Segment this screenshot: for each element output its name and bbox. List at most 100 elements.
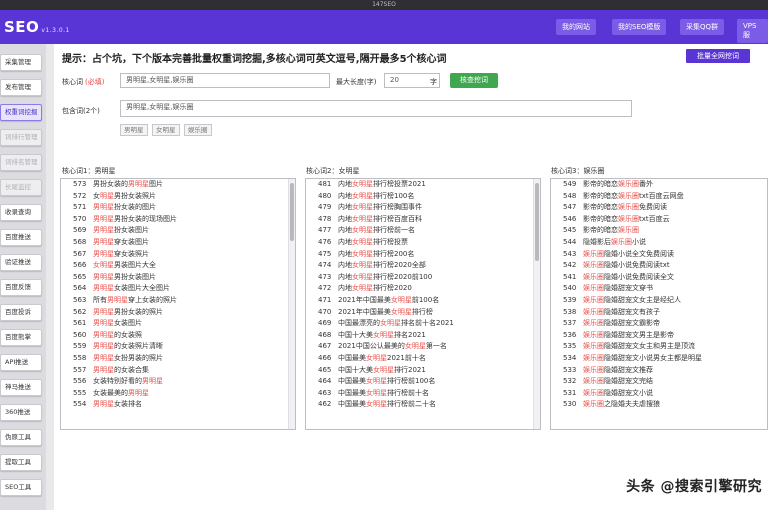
include-tag[interactable]: 女明星 (152, 124, 180, 136)
list-item[interactable]: 476 内地女明星排行榜投票 (306, 237, 454, 249)
nav-my-seo-templates[interactable]: 我的SEO模版 (612, 19, 667, 35)
list-item[interactable]: 475 内地女明星排行榜200名 (306, 249, 454, 261)
sidebar-item-collect[interactable]: 采集管理 (0, 54, 42, 71)
list-item[interactable]: 559 男明星的女装照片清晰 (61, 341, 177, 353)
list-item[interactable]: 480 内地女明星排行榜100名 (306, 191, 454, 203)
list-item[interactable]: 555 女装最美的男明星 (61, 388, 177, 400)
list-item[interactable]: 558 男明星女扮男装的照片 (61, 353, 177, 365)
list-item[interactable]: 479 内地女明星排行榜胸围事件 (306, 202, 454, 214)
list-item[interactable]: 546 影帝的暗恋娱乐圈txt百度云 (551, 214, 702, 226)
keyword-list-panel-2[interactable]: 481 内地女明星排行榜投票2021 480 内地女明星排行榜100名 479 内地女明星… (305, 178, 541, 430)
sidebar-item-shenma-push[interactable]: 神马推送 (0, 379, 42, 396)
list-item[interactable]: 467 2021中国公认最美的女明星第一名 (306, 341, 454, 353)
keyword-list-panel-1[interactable]: 573 男扮女装的男明星图片 572 女明星男扮女装照片 571 男明星扮女装的图片 570… (60, 178, 296, 430)
include-tag[interactable]: 娱乐圈 (184, 124, 212, 136)
include-words-input[interactable]: 男明星,女明星,娱乐圈 (120, 100, 632, 117)
batch-dig-button[interactable]: 批量全网挖词 (686, 49, 750, 63)
list-item[interactable]: 548 影帝的暗恋娱乐圈txt百度云网盘 (551, 191, 702, 203)
sidebar-item-api-push[interactable]: API推送 (0, 354, 42, 371)
list-item[interactable]: 557 男明星的女装合集 (61, 365, 177, 377)
list-item[interactable]: 477 内地女明星排行榜前一名 (306, 225, 454, 237)
include-tag[interactable]: 男明星 (120, 124, 148, 136)
list-item[interactable]: 481 内地女明星排行榜投票2021 (306, 179, 454, 191)
sidebar-item-word-ranking[interactable]: 词排名管理 (0, 154, 42, 171)
list-item[interactable]: 562 男明星男扮女装的照片 (61, 307, 177, 319)
list-item[interactable]: 539 娱乐圈隐婚甜宠文女主是经纪人 (551, 295, 702, 307)
keyword-list-panel-3[interactable]: 549 影帝的暗恋娱乐圈番外 548 影帝的暗恋娱乐圈txt百度云网盘 547 影帝的暗恋… (550, 178, 768, 430)
list-item[interactable]: 462 中国最美女明星排行榜前二十名 (306, 399, 454, 411)
scrollbar-thumb[interactable] (535, 183, 539, 261)
list-item[interactable]: 554 男明星女装排名 (61, 399, 177, 411)
list-item[interactable]: 545 影帝的暗恋娱乐圈 (551, 225, 702, 237)
list-item[interactable]: 570 男明星男扮女装的现场图片 (61, 214, 177, 226)
list-item[interactable]: 533 娱乐圈隐婚甜宠文推荐 (551, 365, 702, 377)
list-item[interactable]: 544 隐婚影后娱乐圈小说 (551, 237, 702, 249)
list-item[interactable]: 556 女装特别好看的男明星 (61, 376, 177, 388)
list-item[interactable]: 549 影帝的暗恋娱乐圈番外 (551, 179, 702, 191)
list-item[interactable]: 532 娱乐圈隐婚甜宠文完结 (551, 376, 702, 388)
sidebar-item-publish[interactable]: 发布管理 (0, 79, 42, 96)
sidebar-item-baidu-xiongzhang[interactable]: 百度熊掌 (0, 329, 42, 346)
list-item[interactable]: 563 所有男明星穿上女装的照片 (61, 295, 177, 307)
list-item[interactable]: 465 中国十大美女明星排行2021 (306, 365, 454, 377)
sidebar-item-360-push[interactable]: 360推送 (0, 404, 42, 421)
list-item[interactable]: 535 娱乐圈隐婚甜宠文女主和男主是顶流 (551, 341, 702, 353)
nav-vps[interactable]: VPS服 (737, 19, 768, 43)
list-item[interactable]: 536 娱乐圈隐婚甜宠文男主是影帝 (551, 330, 702, 342)
nav-my-sites[interactable]: 我的网站 (556, 19, 596, 35)
scrollbar[interactable] (288, 179, 295, 429)
list-item[interactable]: 541 娱乐圈隐婚小说免费阅读全文 (551, 272, 702, 284)
core-word-input[interactable]: 男明星,女明星,娱乐圈 (120, 73, 330, 88)
list-item[interactable]: 547 影帝的暗恋娱乐圈免费阅读 (551, 202, 702, 214)
list-item[interactable]: 474 内地女明星排行榜2020全部 (306, 260, 454, 272)
list-item[interactable]: 468 中国十大美女明星排名2021 (306, 330, 454, 342)
sidebar-item-weight-words[interactable]: 权重词挖掘 (0, 104, 42, 121)
list-item[interactable]: 571 男明星扮女装的图片 (61, 202, 177, 214)
list-item[interactable]: 540 娱乐圈隐婚甜宠文穿书 (551, 283, 702, 295)
row-suffix: 隐婚甜宠文推荐 (604, 365, 653, 374)
sidebar-item-baidu-feedback[interactable]: 百度反馈 (0, 279, 42, 296)
sidebar-item-index-query[interactable]: 收录查询 (0, 204, 42, 221)
sidebar-item-rewrite-tool[interactable]: 伪原工具 (0, 429, 42, 446)
dig-words-button[interactable]: 核查挖词 (450, 73, 498, 88)
list-item[interactable]: 471 2021年中国最美女明星前100名 (306, 295, 454, 307)
list-item[interactable]: 466 中国最美女明星2021前十名 (306, 353, 454, 365)
list-item[interactable]: 464 中国最美女明星排行榜前100名 (306, 376, 454, 388)
list-item[interactable]: 472 内地女明星排行榜2020 (306, 283, 454, 295)
list-item[interactable]: 469 中国最漂亮的女明星排名前十名2021 (306, 318, 454, 330)
window-title-bar: 147SEO (0, 0, 768, 10)
list-item[interactable]: 542 娱乐圈隐婚小说免费阅读txt (551, 260, 702, 272)
list-item[interactable]: 473 内地女明星排行榜2020前100 (306, 272, 454, 284)
list-item[interactable]: 565 男明星男扮女装图片 (61, 272, 177, 284)
list-item[interactable]: 543 娱乐圈隐婚小说全文免费阅读 (551, 249, 702, 261)
list-item[interactable]: 470 2021年中国最美女明星排行榜 (306, 307, 454, 319)
sidebar-item-baidu-push[interactable]: 百度推送 (0, 229, 42, 246)
list-item[interactable]: 566 女明星男装图片大全 (61, 260, 177, 272)
sidebar-item-longtail[interactable]: 长尾监控 (0, 179, 42, 196)
list-item[interactable]: 573 男扮女装的男明星图片 (61, 179, 177, 191)
list-item[interactable]: 561 男明星女装图片 (61, 318, 177, 330)
list-item[interactable]: 463 中国最美女明星排行榜前十名 (306, 388, 454, 400)
list-item[interactable]: 572 女明星男扮女装照片 (61, 191, 177, 203)
list-item[interactable]: 564 男明星女装图片大全图片 (61, 283, 177, 295)
scrollbar[interactable] (533, 179, 540, 429)
keyword-list-3: 549 影帝的暗恋娱乐圈番外 548 影帝的暗恋娱乐圈txt百度云网盘 547 影帝的暗恋… (551, 179, 702, 411)
sidebar-item-baidu-complaint[interactable]: 百度投诉 (0, 304, 42, 321)
list-item[interactable]: 534 娱乐圈隐婚甜宠文小说男女主都是明星 (551, 353, 702, 365)
list-item[interactable]: 567 男明星穿女装照片 (61, 249, 177, 261)
sidebar-item-verify-push[interactable]: 验证推送 (0, 254, 42, 271)
row-suffix: 番外 (639, 180, 653, 188)
list-item[interactable]: 531 娱乐圈隐婚甜宠文小说 (551, 388, 702, 400)
list-item[interactable]: 569 男明星扮女装图片 (61, 225, 177, 237)
sidebar-item-extract-tool[interactable]: 提取工具 (0, 454, 42, 471)
list-item[interactable]: 538 娱乐圈隐婚甜宠文有孩子 (551, 307, 702, 319)
list-item[interactable]: 478 内地女明星排行榜百度百科 (306, 214, 454, 226)
sidebar-item-seo-tool[interactable]: SEO工具 (0, 479, 42, 496)
list-item[interactable]: 537 娱乐圈隐婚甜宠文霸影帝 (551, 318, 702, 330)
list-item[interactable]: 560 男明星的女装照 (61, 330, 177, 342)
nav-collect-qq-groups[interactable]: 采集QQ群 (680, 19, 725, 35)
list-item[interactable]: 530 娱乐圈之隐婚夫夫虐搜狼 (551, 399, 702, 411)
scrollbar-thumb[interactable] (290, 183, 294, 241)
list-item[interactable]: 568 男明星穿女装图片 (61, 237, 177, 249)
sidebar-item-word-rank[interactable]: 词排行管理 (0, 129, 42, 146)
